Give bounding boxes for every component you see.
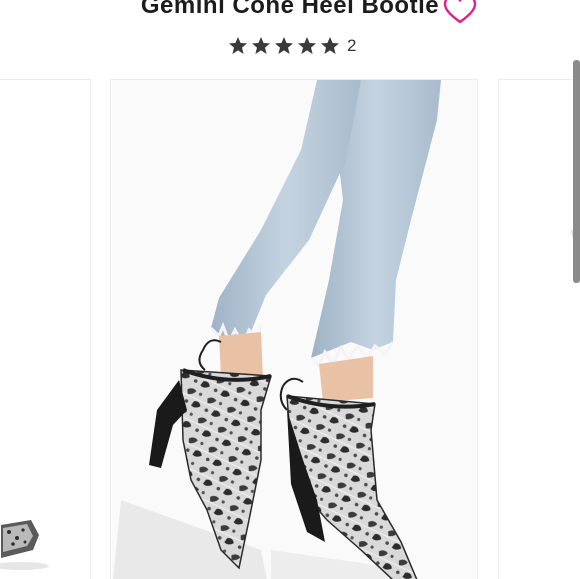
heart-outline-icon[interactable]	[443, 0, 477, 24]
product-image-carousel[interactable]	[0, 79, 580, 579]
star-icon	[298, 37, 316, 54]
product-page: Gemini Cone Heel Bootie 2	[0, 0, 580, 579]
carousel-image-previous[interactable]	[0, 79, 91, 579]
carousel-image-current[interactable]	[110, 79, 478, 579]
scrollbar-thumb[interactable]	[573, 60, 580, 283]
review-count[interactable]: 2	[347, 34, 356, 58]
previous-boot-image	[0, 80, 90, 579]
product-header: Gemini Cone Heel Bootie	[0, 0, 580, 22]
star-icon	[252, 37, 270, 54]
next-boot-image	[499, 80, 580, 579]
star-icon	[229, 37, 247, 54]
rating-summary[interactable]: 2	[228, 34, 356, 58]
bootie-product-photo	[111, 80, 477, 579]
star-icon	[275, 37, 293, 54]
star-icon	[321, 37, 339, 54]
carousel-image-next[interactable]	[498, 79, 580, 579]
product-title: Gemini Cone Heel Bootie	[140, 0, 440, 19]
